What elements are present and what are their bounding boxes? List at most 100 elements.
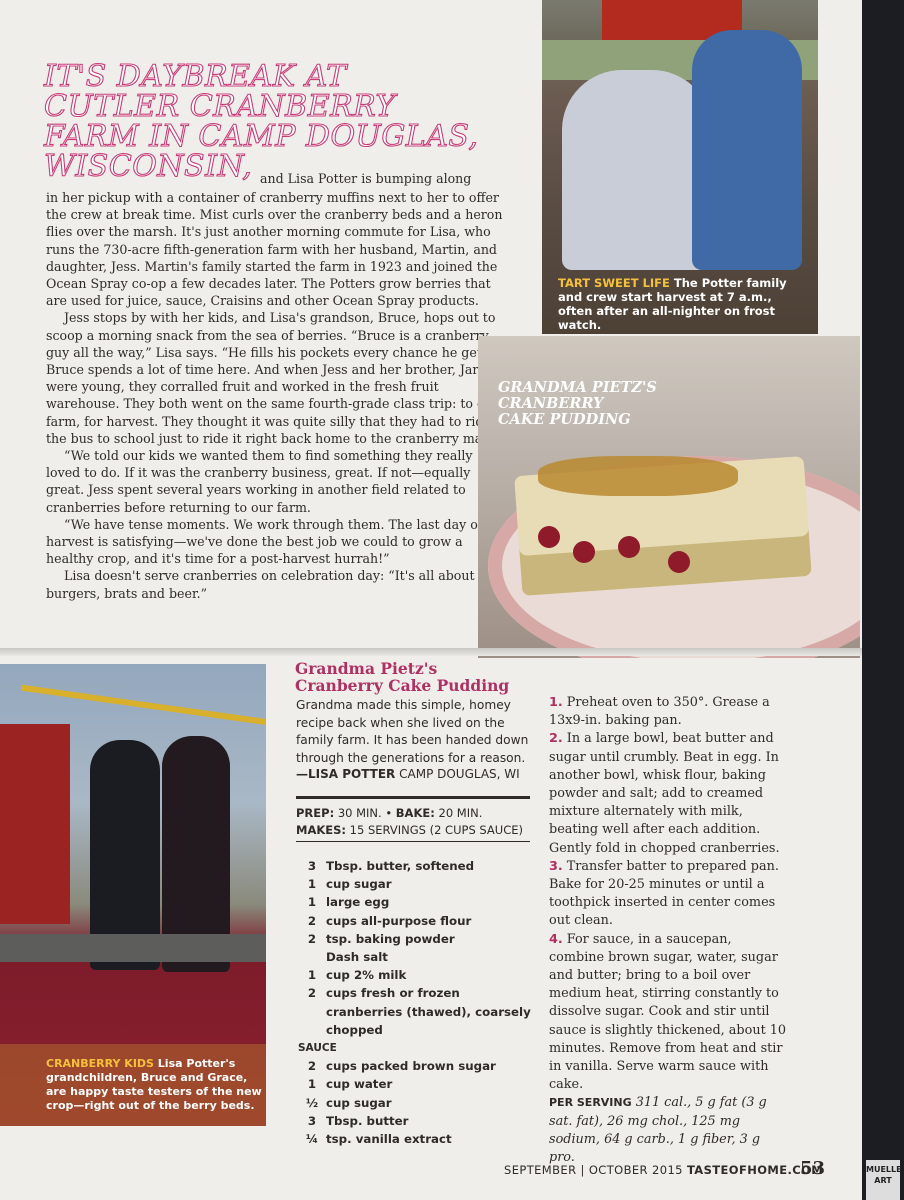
- ingredient-row: 2 cups all-purpose flour: [298, 912, 538, 930]
- bake-label: BAKE:: [395, 806, 435, 820]
- ingredient-qty: ½: [305, 1095, 319, 1110]
- headline-line: It's daybreak at: [43, 59, 347, 94]
- ingredient-row: 1 cup water: [298, 1075, 538, 1093]
- page-number: 53: [800, 1158, 826, 1179]
- ingredient-qty: 1: [307, 1077, 317, 1092]
- page-footer: SEPTEMBER | OCTOBER 2015 TASTEOFHOME.COM: [504, 1163, 823, 1177]
- ingredient-row: 2 tsp. baking powder: [298, 930, 538, 948]
- ingredient-row: 3 Tbsp. butter: [298, 1112, 538, 1130]
- ingredient-qty: 3: [307, 859, 317, 873]
- ingredient-qty: 2: [307, 931, 317, 946]
- ingredient-qty: 3: [307, 1113, 317, 1128]
- ingredient-row: ¼ tsp. vanilla extract: [298, 1130, 538, 1148]
- ingredient-text: cups packed brown sugar: [326, 1059, 496, 1074]
- story-paragraph: “We told our kids we wanted them to find…: [46, 448, 473, 515]
- caption-tag: CRANBERRY KIDS: [46, 1057, 154, 1070]
- prep-value: 30 MIN. •: [334, 806, 396, 820]
- photo-tractor: [0, 724, 70, 924]
- direction-step: 2. In a large bowl, beat butter and sugar…: [549, 730, 789, 857]
- ingredient-list: 3 Tbsp. butter, softened 1 cup sugar 1 larg…: [298, 857, 538, 1148]
- divider: [296, 841, 530, 842]
- recipe-title-line: Grandma Pietz's: [295, 659, 438, 678]
- ingredient-row: 1 cup 2% milk: [298, 966, 538, 984]
- ingredient-text: cups fresh or frozen cranberries (thawed…: [326, 986, 531, 1037]
- ingredient-text: Tbsp. butter: [326, 1113, 409, 1128]
- ingredient-qty: 1: [307, 968, 317, 983]
- headline-line: Farm in Camp Douglas,: [43, 119, 479, 154]
- ingredient-text: cup 2% milk: [326, 968, 407, 983]
- story-paragraph: in her pickup with a container of cranbe…: [46, 190, 503, 309]
- overlay-line: Cake Pudding: [498, 411, 631, 428]
- cake-photo: Grandma Pietz's Cranberry Cake Pudding: [478, 336, 860, 658]
- ingredient-qty: [298, 948, 326, 966]
- ingredient-text: Tbsp. butter, softened: [326, 859, 475, 873]
- photo-berry: [668, 551, 690, 573]
- recipe-intro: Grandma made this simple, homey recipe b…: [296, 698, 529, 765]
- nutrition-facts: PER SERVING 311 cal., 5 g fat (3 g sat. …: [549, 1094, 789, 1167]
- headline-line: Cutler Cranberry: [43, 89, 396, 124]
- ingredient-row: 1 large egg: [298, 893, 538, 911]
- makes-line: MAKES: 15 SERVINGS (2 CUPS SAUCE): [296, 822, 536, 839]
- prep-label: PREP:: [296, 806, 335, 820]
- photo-sauce: [538, 456, 738, 496]
- overlay-line: Grandma Pietz's: [498, 379, 657, 396]
- recipe-title: Grandma Pietz's Cranberry Cake Pudding: [295, 660, 509, 694]
- photo-woman: [562, 70, 712, 270]
- page-fold: [0, 648, 866, 656]
- ingredient-qty: 2: [307, 986, 317, 1001]
- step-number: 3.: [549, 858, 563, 874]
- photo-pipe: [0, 934, 266, 962]
- ingredient-row: Dash salt: [298, 948, 538, 966]
- step-text: For sauce, in a saucepan, combine brown …: [549, 931, 787, 1093]
- nutrition-label: PER SERVING: [549, 1096, 632, 1110]
- step-text: Preheat oven to 350°. Grease a 13x9-in. …: [549, 695, 770, 729]
- ingredient-text: tsp. vanilla extract: [326, 1132, 452, 1147]
- photo-berry: [573, 541, 595, 563]
- ingredient-text: tsp. baking powder: [326, 931, 455, 946]
- ingredient-row: 3 Tbsp. butter, softened: [298, 857, 538, 875]
- ingredient-qty: 1: [307, 877, 317, 892]
- story-paragraph: “We have tense moments. We work through …: [46, 516, 483, 567]
- ingredient-qty: 2: [307, 913, 317, 928]
- cake-photo-overlay: Grandma Pietz's Cranberry Cake Pudding: [498, 380, 657, 428]
- recipe-directions: 1. Preheat oven to 350°. Grease a 13x9-in…: [549, 694, 789, 1167]
- ingredient-row: 2 cups fresh or frozen cranberries (thawe…: [298, 984, 538, 1039]
- prep-bake-line: PREP: 30 MIN. • BAKE: 20 MIN.: [296, 805, 536, 822]
- makes-value: 15 SERVINGS (2 CUPS SAUCE): [346, 823, 523, 837]
- bake-value: 20 MIN.: [434, 806, 483, 820]
- step-number: 1.: [549, 695, 563, 710]
- corner-stamp: MUELLE ART: [866, 1160, 902, 1200]
- caption-tag: TART SWEET LIFE: [558, 276, 670, 290]
- headline: It's daybreak at Cutler Cranberry Farm i…: [43, 59, 514, 182]
- ingredient-text: cup sugar: [326, 877, 392, 892]
- story-lead-in: and Lisa Potter is bumping along: [260, 171, 472, 186]
- ingredient-text: cup water: [326, 1077, 393, 1092]
- story-paragraph: Jess stops by with her kids, and Lisa's …: [46, 310, 507, 446]
- kids-photo: CRANBERRY KIDS Lisa Potter's grandchildr…: [0, 664, 266, 1126]
- sauce-label: SAUCE: [298, 1042, 337, 1055]
- farm-photo-caption: TART SWEET LIFE The Potter family and cr…: [558, 276, 808, 332]
- recipe-credit: —LISA POTTER CAMP DOUGLAS, WI: [296, 767, 536, 781]
- overlay-line: Cranberry: [498, 395, 604, 412]
- story-paragraph: Lisa doesn't serve cranberries on celebr…: [46, 568, 500, 601]
- ingredient-qty: 1: [307, 895, 317, 910]
- photo-berry: [618, 536, 640, 558]
- farm-photo: TART SWEET LIFE The Potter family and cr…: [542, 0, 818, 334]
- ingredient-row: 2 cups packed brown sugar: [298, 1057, 538, 1075]
- ingredient-qty: 2: [307, 1059, 317, 1074]
- credit-place: CAMP DOUGLAS, WI: [395, 767, 520, 781]
- photo-man: [692, 30, 802, 270]
- ingredient-text: large egg: [326, 895, 390, 910]
- kids-photo-caption: CRANBERRY KIDS Lisa Potter's grandchildr…: [46, 1057, 266, 1113]
- background-table: [862, 0, 904, 1200]
- step-text: Transfer batter to prepared pan. Bake fo…: [549, 858, 779, 929]
- direction-step: 1. Preheat oven to 350°. Grease a 13x9-in…: [549, 694, 789, 730]
- ingredient-text: cup sugar: [326, 1095, 392, 1110]
- story-body: in her pickup with a container of cranbe…: [46, 189, 510, 602]
- recipe-title-line: Cranberry Cake Pudding: [295, 676, 510, 695]
- ingredient-qty: ¼: [305, 1132, 319, 1147]
- credit-name: —LISA POTTER: [296, 767, 396, 781]
- ingredient-text: Dash salt: [326, 950, 388, 965]
- step-text: In a large bowl, beat butter and sugar u…: [549, 731, 780, 856]
- step-number: 2.: [549, 731, 563, 747]
